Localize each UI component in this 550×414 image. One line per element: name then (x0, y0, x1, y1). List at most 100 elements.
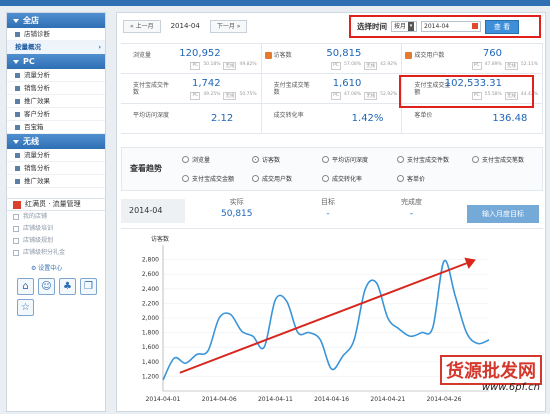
star-icon[interactable]: ☆ (17, 299, 34, 316)
gmv-highlight-box (399, 75, 534, 108)
prev-month-button[interactable]: « 上一月 (123, 19, 161, 33)
brand-logo-icon (13, 200, 21, 209)
trend-title: 查看趋势 (130, 164, 162, 173)
bullet-icon (15, 124, 20, 130)
trend-selector: 查看趋势 浏览量 访客数 平均访问深度 支付宝成交件数 支付宝成交笔数 支付宝成… (121, 147, 543, 191)
bullet-icon (15, 178, 20, 184)
trend-option[interactable]: 支付宝成交件数 (397, 155, 449, 164)
trend-option[interactable]: 支付宝成交金额 (182, 174, 234, 183)
tool-icon (13, 250, 19, 256)
x-tick-label: 2014-04-26 (427, 396, 462, 403)
trend-option[interactable]: 支付宝成交笔数 (472, 155, 524, 164)
metric-avg-depth: 平均访问深度 2.12 (121, 104, 262, 134)
sidebar-item-pc-promo[interactable]: 推广效果 (7, 95, 105, 108)
collapse-icon (13, 59, 19, 64)
granularity-select[interactable]: 按月 ▾ (391, 21, 418, 32)
metric-buyers: 成交用户数 760 PC 47.89% 无线 52.11% (402, 44, 543, 74)
x-tick-label: 2014-04-01 (146, 396, 181, 403)
y-tick-label: 1,800 (142, 330, 159, 337)
bullet-icon (15, 85, 20, 91)
metric-conversion: 成交转化率 1.42% (261, 104, 403, 134)
date-input[interactable]: 2014-04 (421, 21, 482, 32)
tool-item[interactable]: 我的店铺 (7, 211, 105, 223)
next-month-button[interactable]: 下一月 » (209, 19, 248, 33)
enter-target-button[interactable]: 输入月度目标 (467, 205, 539, 223)
y-tick-label: 2,000 (142, 315, 159, 322)
sidebar-item-pc-traffic[interactable]: 流量分析 (7, 69, 105, 82)
tools-header: 红满贯 · 流量管理 (7, 198, 105, 211)
x-tick-label: 2014-04-21 (370, 396, 405, 403)
trend-option[interactable]: 访客数 (252, 155, 280, 164)
trend-option[interactable]: 成交用户数 (252, 174, 292, 183)
time-label: 选择时间 (357, 22, 387, 31)
metric-aov: 客单价 136.48 (402, 104, 543, 134)
tool-icon (13, 238, 19, 244)
y-tick-label: 2,400 (142, 286, 159, 293)
tool-item[interactable]: 店铺级积分礼金 (7, 247, 105, 259)
trend-option[interactable]: 浏览量 (182, 155, 210, 164)
x-tick-label: 2014-04-16 (314, 396, 349, 403)
compare-month: 2014-04 (121, 199, 185, 223)
metric-orders: 支付宝成交笔数 1,610 PC 47.08% 无线 52.92% (261, 74, 403, 104)
y-tick-label: 1,600 (142, 344, 159, 351)
sidebar-section-pc[interactable]: PC (7, 54, 105, 69)
radio-checked-icon (252, 156, 259, 163)
sidebar-item-store-diagnosis[interactable]: 店铺诊断 (7, 28, 105, 41)
trend-option[interactable]: 平均访问深度 (322, 155, 368, 164)
sidebar-section-wireless[interactable]: 无线 (7, 134, 105, 149)
watermark-logo: 货源批发网 (440, 355, 542, 385)
trend-option[interactable]: 成交转化率 (322, 174, 362, 183)
sidebar-item-wireless-promo[interactable]: 推广效果 (7, 175, 105, 188)
user-settings-icon[interactable]: ☺ (38, 278, 55, 295)
copy-icon[interactable]: ❐ (80, 278, 97, 295)
bullet-icon (15, 165, 20, 171)
trend-option[interactable]: 客单价 (397, 174, 425, 183)
sidebar-item-pc-sales[interactable]: 销售分析 (7, 82, 105, 95)
current-month: 2014-04 (170, 22, 200, 30)
metric-pageviews: 浏览量 120,952 PC 50.18% 无线 49.82% (121, 44, 262, 74)
x-tick-label: 2014-04-11 (258, 396, 293, 403)
visitors-icon (264, 52, 272, 59)
metric-visitors: 访客数 50,815 PC 57.08% 无线 42.92% (261, 44, 403, 74)
radio-icon (397, 156, 404, 163)
y-tick-label: 1,200 (142, 373, 159, 380)
settings-link[interactable]: ⚙ 设置中心 (31, 263, 105, 272)
users-icon[interactable]: ♣ (59, 278, 76, 295)
actual-col: 实际 50,815 (221, 198, 253, 219)
sidebar-item-overview[interactable]: 按量概况 › (7, 41, 105, 54)
y-tick-label: 1,400 (142, 359, 159, 366)
x-tick-label: 2014-04-06 (202, 396, 237, 403)
tool-item[interactable]: 店铺级培训 (7, 223, 105, 235)
sidebar-section-store[interactable]: 全店 (7, 13, 105, 28)
shop-icon[interactable]: ⌂ (17, 278, 34, 295)
bullet-icon (15, 72, 20, 78)
radio-icon (182, 156, 189, 163)
radio-icon (322, 156, 329, 163)
time-selector: 选择时间 按月 ▾ 2014-04 查 看 (349, 15, 541, 38)
shortcut-grid: ⌂ ☺ ♣ ❐ ☆ (17, 278, 105, 316)
radio-icon (322, 175, 329, 182)
radio-icon (397, 175, 404, 182)
y-tick-label: 2,800 (142, 257, 159, 264)
bullet-icon (15, 111, 20, 117)
completion-col: 完成度 - (401, 198, 422, 219)
top-bar (0, 0, 550, 6)
sidebar-item-wireless-sales[interactable]: 销售分析 (7, 162, 105, 175)
sidebar: 全店 店铺诊断 按量概况 › PC 流量分析 销售分析 推广效果 客户分析 百宝箱… (6, 12, 106, 412)
tool-icon (13, 214, 19, 220)
radio-icon (472, 156, 479, 163)
bullet-icon (15, 31, 20, 37)
watermark-site: www.6pf.cn (481, 382, 540, 393)
target-col: 目标 - (321, 198, 335, 219)
bullet-icon (15, 152, 20, 158)
sidebar-item-wireless-traffic[interactable]: 流量分析 (7, 149, 105, 162)
query-button[interactable]: 查 看 (485, 19, 520, 34)
metric-items-sold: 支付宝成交件数 1,742 PC 49.25% 无线 50.75% (121, 74, 262, 104)
calendar-icon[interactable] (472, 23, 479, 29)
sidebar-item-pc-customer[interactable]: 客户分析 (7, 108, 105, 121)
collapse-icon (13, 139, 19, 144)
sidebar-item-pc-toolbox[interactable]: 百宝箱 (7, 121, 105, 134)
bullet-icon (15, 98, 20, 104)
main-panel: « 上一月 2014-04 下一月 » 选择时间 按月 ▾ 2014-04 查 看… (116, 12, 546, 412)
tool-item[interactable]: 店铺级规划 (7, 235, 105, 247)
